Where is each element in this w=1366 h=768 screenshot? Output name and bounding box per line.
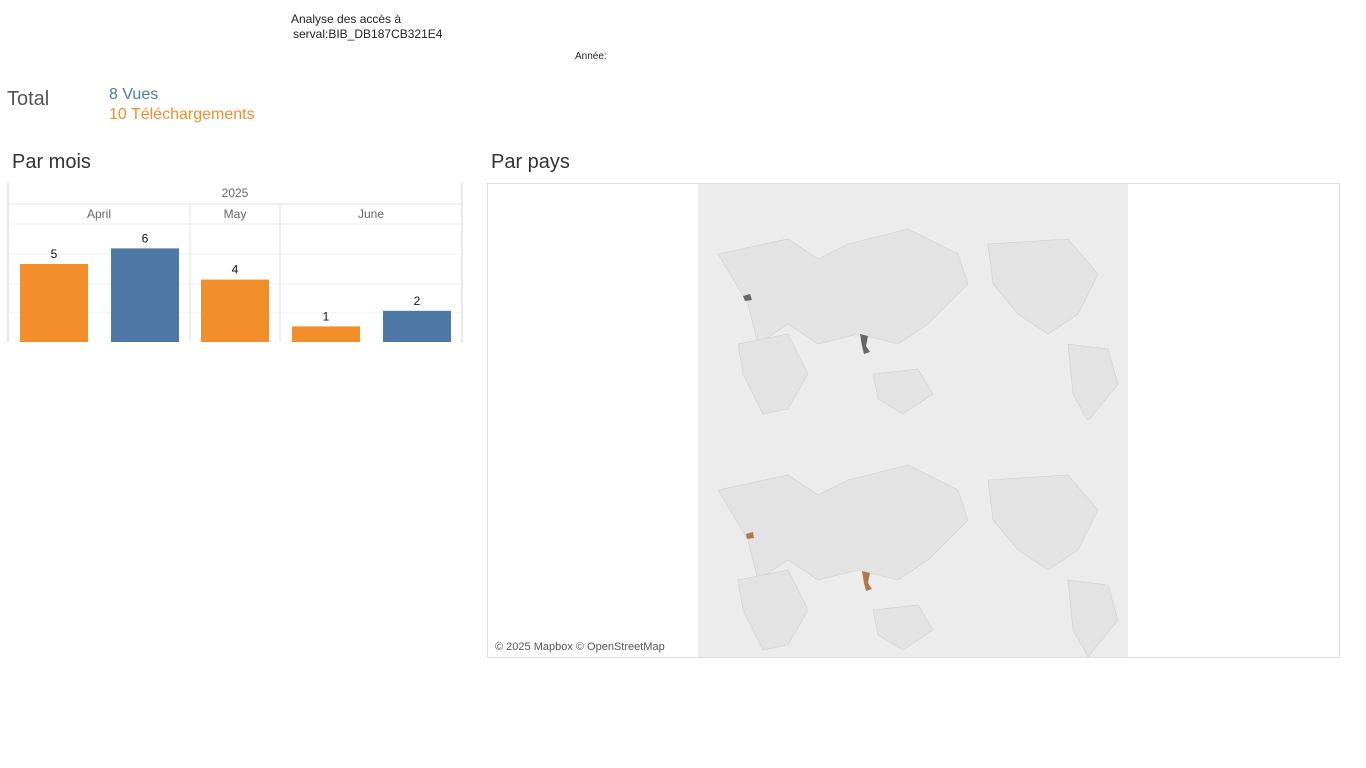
month-header-may: May (224, 207, 247, 221)
map-downloads-panel[interactable] (487, 420, 1340, 658)
by-country-title: Par pays (491, 151, 570, 173)
title-line-1: Analyse des accès à (291, 12, 402, 26)
month-header-april: April (87, 207, 111, 221)
month-header-june: June (358, 207, 384, 221)
map-attribution: © 2025 Mapbox © OpenStreetMap (495, 641, 665, 653)
bar-value-label: 2 (414, 294, 421, 308)
total-downloads: 10 Téléchargements (109, 106, 255, 123)
bar-value-label: 1 (323, 309, 330, 323)
bar-june[interactable] (292, 326, 360, 342)
bar-april[interactable] (20, 264, 88, 342)
total-label: Total (7, 88, 50, 110)
title-line-2: serval:BIB_DB187CB321E4 (293, 27, 443, 41)
bar-june[interactable] (383, 310, 451, 342)
year-filter-label[interactable]: Année: (575, 51, 607, 62)
bar-value-label: 6 (142, 231, 149, 245)
map-views-panel[interactable] (487, 183, 1340, 422)
total-views: 8 Vues (109, 86, 159, 103)
by-month-title: Par mois (12, 151, 91, 173)
bar-value-label: 4 (232, 263, 239, 277)
year-header: 2025 (222, 186, 249, 200)
world-map-views[interactable] (488, 184, 1339, 421)
monthly-bar-chart: 2025 April May June 5 6 4 1 2 (7, 183, 463, 342)
bar-may[interactable] (201, 279, 269, 342)
bar-value-label: 5 (51, 247, 58, 261)
bar-april[interactable] (111, 248, 179, 342)
page-title: Analyse des accès à serval:BIB_DB187CB32… (291, 12, 442, 42)
world-map-downloads[interactable] (488, 420, 1339, 657)
